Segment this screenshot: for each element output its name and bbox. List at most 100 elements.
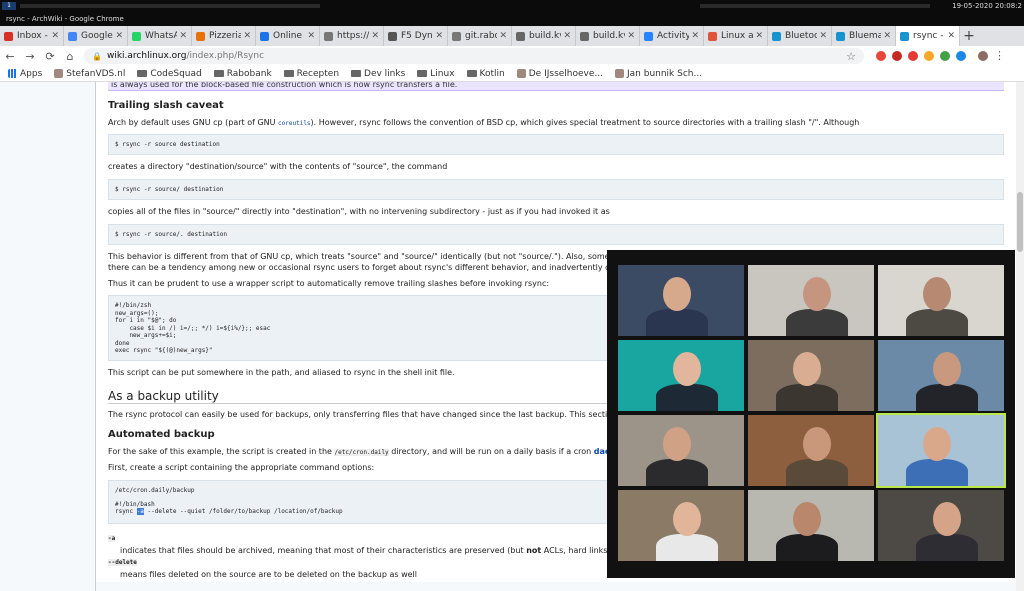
tab[interactable]: Pizzeria ✕: [192, 26, 256, 46]
participant-face: [673, 352, 701, 386]
tab[interactable]: F5 Dyna✕: [384, 26, 448, 46]
participant-video-tile[interactable]: [618, 340, 744, 411]
heading-automated-backup: Automated backup: [108, 429, 215, 440]
menu-kebab-icon[interactable]: ⋮: [994, 50, 1005, 61]
close-icon[interactable]: ✕: [179, 31, 187, 41]
participant-video-tile[interactable]: [748, 265, 874, 336]
bookmark-item[interactable]: Jan bunnik Sch...: [615, 69, 702, 79]
tab[interactable]: git.rabo ✕: [448, 26, 512, 46]
bookmark-star-icon[interactable]: ☆: [846, 50, 856, 63]
tab[interactable]: rsync - A✕: [896, 26, 960, 46]
browser-toolbar: ← → ⟳ ⌂ 🔒 wiki.archlinux.org/index.php/R…: [0, 46, 1024, 66]
tab[interactable]: Google ✕: [64, 26, 128, 46]
bookmark-item[interactable]: Linux: [417, 69, 455, 79]
extension-icon[interactable]: [876, 51, 886, 61]
extension-icon[interactable]: [924, 51, 934, 61]
lock-icon: 🔒: [92, 51, 102, 61]
close-icon[interactable]: ✕: [51, 31, 59, 41]
close-icon[interactable]: ✕: [243, 31, 251, 41]
participant-body: [786, 459, 848, 486]
option-description: indicates that files should be archived,…: [120, 546, 639, 555]
home-icon[interactable]: ⌂: [60, 50, 80, 63]
bookmark-item[interactable]: Apps: [8, 69, 42, 79]
close-icon[interactable]: ✕: [755, 31, 763, 41]
bookmark-item[interactable]: De IJsselhoeve...: [516, 68, 603, 79]
page-scrollbar[interactable]: [1016, 82, 1024, 591]
participant-face: [793, 502, 821, 536]
bookmark-item[interactable]: Kotlin: [466, 69, 505, 79]
tab[interactable]: https://t ✕: [320, 26, 384, 46]
close-icon[interactable]: ✕: [371, 31, 379, 41]
bookmark-label: Dev links: [364, 68, 406, 79]
paragraph: This script can be put somewhere in the …: [108, 368, 455, 377]
address-bar[interactable]: 🔒 wiki.archlinux.org/index.php/Rsync ☆: [84, 48, 864, 64]
tab[interactable]: Inbox - s✕: [0, 26, 64, 46]
note-box: is always used for the block-based file …: [108, 82, 1004, 91]
tab[interactable]: build.kv ✕: [512, 26, 576, 46]
extension-icon[interactable]: [956, 51, 966, 61]
url-path: /index.php/Rsync: [186, 51, 265, 61]
reload-icon[interactable]: ⟳: [40, 50, 60, 63]
option-term: --delete: [108, 559, 137, 566]
tab-label: git.rabo: [465, 31, 498, 41]
bookmark-item[interactable]: Dev links: [351, 69, 405, 79]
tab[interactable]: Linux an✕: [704, 26, 768, 46]
bookmark-item[interactable]: StefanVDS.nl: [54, 69, 125, 79]
tab[interactable]: Bluetoo ✕: [768, 26, 832, 46]
tab[interactable]: Activity ✕: [640, 26, 704, 46]
workspace-indicator[interactable]: 1: [2, 2, 16, 10]
bookmark-item[interactable]: Recepten: [283, 69, 339, 79]
close-icon[interactable]: ✕: [307, 31, 315, 41]
tab-label: rsync - A: [913, 31, 945, 41]
close-icon[interactable]: ✕: [691, 31, 699, 41]
close-icon[interactable]: ✕: [947, 31, 955, 41]
participant-face: [663, 277, 691, 311]
back-icon[interactable]: ←: [0, 50, 20, 63]
participant-video-tile[interactable]: [876, 413, 1006, 488]
participant-video-tile[interactable]: [748, 340, 874, 411]
extension-icon[interactable]: [940, 51, 950, 61]
profile-avatar[interactable]: [978, 51, 988, 61]
close-icon[interactable]: ✕: [627, 31, 635, 41]
close-icon[interactable]: ✕: [499, 31, 507, 41]
participant-video-tile[interactable]: [748, 490, 874, 561]
close-icon[interactable]: ✕: [115, 31, 123, 41]
url-host: wiki.archlinux.org: [106, 51, 187, 61]
forward-icon[interactable]: →: [20, 50, 40, 63]
tab[interactable]: Online K✕: [256, 26, 320, 46]
tab[interactable]: build.kv ✕: [576, 26, 640, 46]
bookmarks-bar: Apps StefanVDS.nl CodeSquad Rabobank Recepte…: [0, 66, 1024, 82]
code-block: $ rsync -r source/ destination: [108, 179, 1004, 200]
participant-face: [663, 427, 691, 461]
tab-label: Inbox - s: [17, 31, 49, 41]
participant-video-tile[interactable]: [878, 490, 1004, 561]
bookmark-label: De IJsselhoeve...: [528, 68, 603, 79]
participant-video-tile[interactable]: [878, 265, 1004, 336]
option-description: means files deleted on the source are to…: [120, 570, 417, 579]
tab[interactable]: WhatsA ✕: [128, 26, 192, 46]
bookmark-item[interactable]: CodeSquad: [137, 69, 202, 79]
participant-video-tile[interactable]: [618, 265, 744, 336]
folder-icon: [213, 70, 224, 77]
close-icon[interactable]: ✕: [819, 31, 827, 41]
favicon-icon: [708, 31, 717, 41]
participant-video-tile[interactable]: [878, 340, 1004, 411]
close-icon[interactable]: ✕: [563, 31, 571, 41]
participant-video-tile[interactable]: [618, 490, 744, 561]
scrollbar-thumb[interactable]: [1017, 192, 1023, 252]
participant-video-tile[interactable]: [748, 415, 874, 486]
link-coreutils[interactable]: coreutils: [278, 120, 311, 127]
tab-label: build.kv: [593, 31, 626, 41]
folder-icon: [137, 70, 148, 77]
close-icon[interactable]: ✕: [883, 31, 891, 41]
favicon-icon: [324, 31, 333, 41]
participant-body: [656, 384, 718, 411]
tab[interactable]: Blueman✕: [832, 26, 896, 46]
bookmark-item[interactable]: Rabobank: [213, 69, 272, 79]
new-tab-button[interactable]: +: [960, 26, 978, 46]
extension-icon[interactable]: [908, 51, 918, 61]
video-call-window[interactable]: [607, 250, 1015, 578]
close-icon[interactable]: ✕: [435, 31, 443, 41]
participant-video-tile[interactable]: [618, 415, 744, 486]
extension-icon[interactable]: [892, 51, 902, 61]
